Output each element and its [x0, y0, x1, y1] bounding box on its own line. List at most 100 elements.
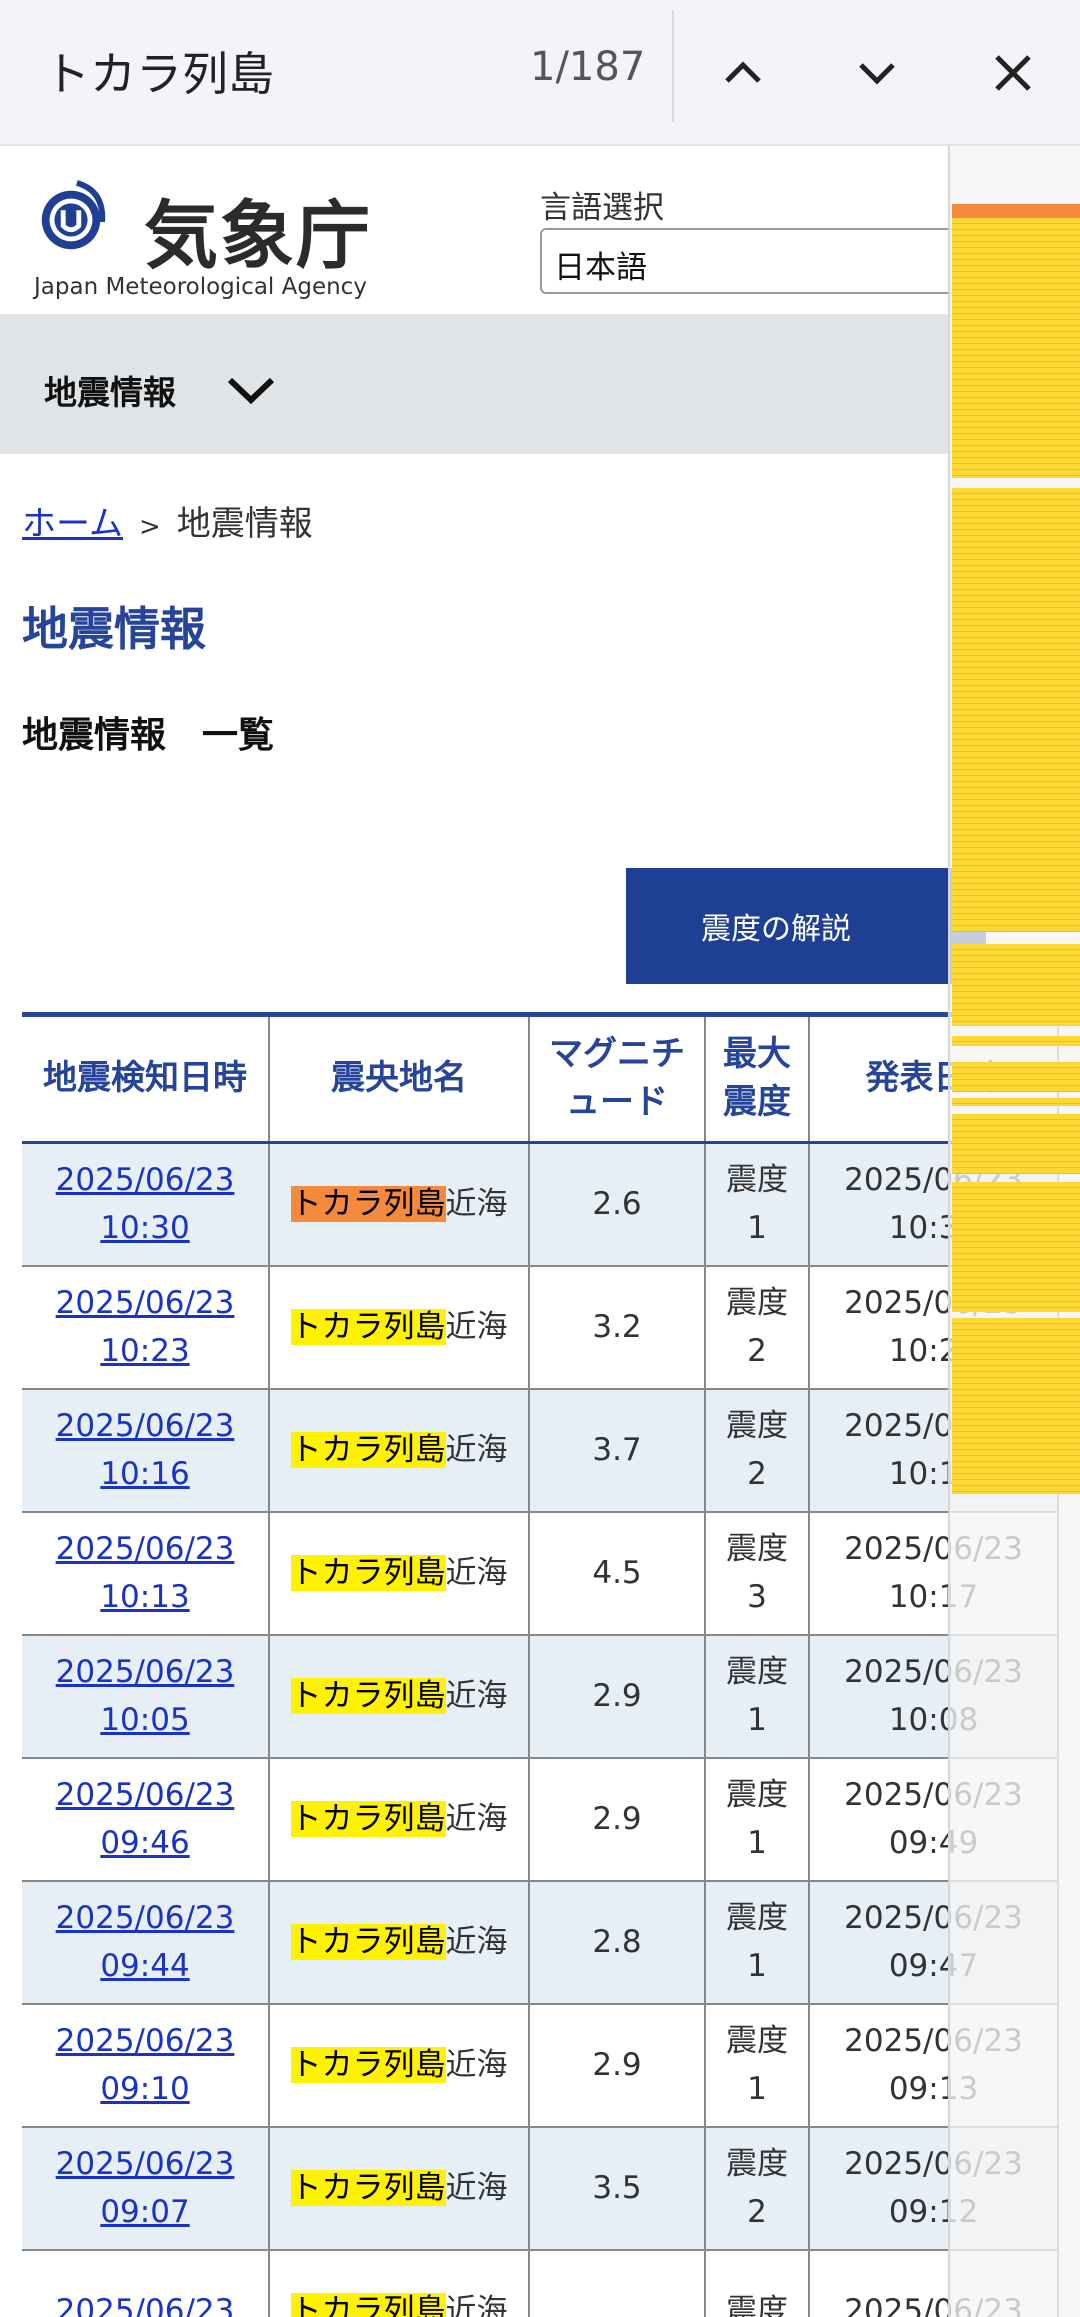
chevron-down-icon[interactable] — [224, 372, 278, 408]
find-marker-scrollbar[interactable] — [948, 146, 1080, 2317]
intensity-label: 震度 — [726, 1530, 788, 1567]
find-divider — [672, 10, 674, 122]
intensity-value: 1 — [747, 2071, 767, 2107]
epicenter-cell: トカラ列島近海 — [268, 2248, 530, 2317]
intensity-label: 震度 — [726, 2022, 788, 2059]
magnitude-cell: 2.9 — [528, 2002, 706, 2128]
magnitude-cell: 2.9 — [528, 1633, 706, 1759]
epicenter-cell: トカラ列島近海 — [268, 1387, 530, 1513]
detect-time-link[interactable]: 2025/06/23 09:44 — [56, 1900, 235, 1984]
detect-time-cell: 2025/06/23 10:23 — [22, 1264, 270, 1390]
detect-time-cell: 2025/06/23 09:07 — [22, 2125, 270, 2251]
detect-time-link[interactable]: 2025/06/23 10:13 — [56, 1531, 235, 1615]
language-label: 言語選択 — [540, 190, 664, 226]
breadcrumb-home-link[interactable]: ホーム — [22, 504, 123, 544]
table-row: 2025/06/23 09:46 トカラ列島近海 2.9 震度 1 2025/06/23 09… — [22, 1756, 1059, 1882]
intensity-value: 1 — [747, 1210, 767, 1247]
magnitude-cell: 3.5 — [528, 2125, 706, 2251]
match-marker — [952, 1062, 1080, 1092]
intensity-cell: 震度 1 — [704, 2002, 810, 2128]
intensity-cell: 震度 2 — [704, 2125, 810, 2251]
intensity-label: 震度 — [726, 1776, 788, 1813]
detect-time-link[interactable]: 2025/06/23 09:46 — [56, 1777, 235, 1861]
table-row: 2025/06/23 トカラ列島近海 震度 2025/06/23 — [22, 2248, 1059, 2317]
find-close-button[interactable] — [968, 28, 1058, 118]
intensity-label: 震度 — [726, 1162, 788, 1199]
epicenter-suffix: 近海 — [445, 1308, 508, 1345]
detect-time-link[interactable]: 2025/06/23 09:07 — [56, 2146, 235, 2230]
search-highlight: トカラ列島 — [290, 1554, 446, 1591]
epicenter-suffix: 近海 — [445, 1677, 508, 1714]
epicenter-cell: トカラ列島近海 — [268, 1141, 530, 1267]
epicenter-suffix: 近海 — [445, 1554, 508, 1591]
epicenter-suffix: 近海 — [445, 2292, 508, 2317]
detect-time-cell: 2025/06/23 10:30 — [22, 1141, 270, 1267]
detect-date: 2025/06/23 — [55, 2022, 235, 2059]
magnitude-cell: 4.5 — [528, 1510, 706, 1636]
header-epicenter: 震央地名 — [268, 1012, 530, 1144]
find-previous-button[interactable] — [698, 28, 788, 118]
detect-date: 2025/06/23 — [55, 1284, 235, 1321]
epicenter-suffix: 近海 — [445, 2169, 508, 2206]
intensity-value: 2 — [747, 1333, 767, 1369]
find-next-button[interactable] — [832, 28, 922, 118]
detect-time-cell: 2025/06/23 — [22, 2248, 270, 2317]
find-query-input[interactable]: トカラ列島 — [44, 38, 274, 104]
language-select[interactable]: 日本語 — [540, 228, 1000, 294]
epicenter-suffix: 近海 — [445, 1800, 508, 1837]
list-title: 地震情報 一覧 — [22, 715, 275, 756]
match-marker — [952, 488, 1080, 932]
breadcrumb-current: 地震情報 — [176, 504, 313, 544]
table-header-row: 地震検知日時 震央地名 マグニチュード 最大震度 発表日時 — [22, 1012, 1059, 1144]
detect-time-link[interactable]: 2025/06/23 — [56, 2293, 235, 2317]
detect-date: 2025/06/23 — [55, 2145, 235, 2182]
logo-subtitle: Japan Meteorological Agency — [34, 274, 367, 300]
intensity-value: 3 — [747, 1579, 767, 1615]
detect-time-link[interactable]: 2025/06/23 10:30 — [56, 1162, 235, 1246]
magnitude-cell: 2.9 — [528, 1756, 706, 1882]
detect-time: 10:16 — [100, 1456, 190, 1492]
intensity-cell: 震度 1 — [704, 1879, 810, 2005]
intensity-guide-button[interactable]: 震度の解説 — [626, 868, 986, 984]
magnitude-cell — [528, 2248, 706, 2317]
match-marker — [952, 1114, 1080, 1174]
table-row: 2025/06/23 10:05 トカラ列島近海 2.9 震度 1 2025/06/23 10… — [22, 1633, 1059, 1759]
magnitude-cell: 2.8 — [528, 1879, 706, 2005]
search-highlight: トカラ列島 — [290, 1431, 446, 1468]
header-detect-time: 地震検知日時 — [22, 1012, 270, 1144]
jma-emblem-icon — [41, 180, 106, 250]
intensity-cell: 震度 — [704, 2248, 810, 2317]
detect-date: 2025/06/23 — [55, 1407, 235, 1444]
detect-time-cell: 2025/06/23 09:10 — [22, 2002, 270, 2128]
epicenter-suffix: 近海 — [445, 1186, 508, 1223]
search-highlight: トカラ列島 — [290, 1923, 446, 1960]
match-marker — [952, 944, 1080, 1026]
intensity-value: 1 — [747, 1702, 767, 1738]
magnitude-cell: 3.2 — [528, 1264, 706, 1390]
detect-time: 10:05 — [100, 1702, 190, 1738]
nav-menu-label[interactable]: 地震情報 — [44, 366, 176, 414]
header-magnitude: マグニチュード — [528, 1012, 706, 1144]
epicenter-suffix: 近海 — [445, 1923, 508, 1960]
detect-time-cell: 2025/06/23 10:05 — [22, 1633, 270, 1759]
detect-time-link[interactable]: 2025/06/23 10:05 — [56, 1654, 235, 1738]
logo-title: 気象庁 — [144, 193, 372, 279]
match-marker — [952, 1318, 1080, 1494]
search-highlight: トカラ列島 — [290, 1800, 446, 1837]
intensity-label: 震度 — [726, 1284, 788, 1321]
intensity-label: 震度 — [726, 1407, 788, 1444]
table-row: 2025/06/23 10:13 トカラ列島近海 4.5 震度 3 2025/06/23 10… — [22, 1510, 1059, 1636]
intensity-cell: 震度 1 — [704, 1756, 810, 1882]
detect-time-cell: 2025/06/23 10:13 — [22, 1510, 270, 1636]
epicenter-suffix: 近海 — [445, 2046, 508, 2083]
detect-time: 10:30 — [100, 1210, 190, 1247]
detect-time-link[interactable]: 2025/06/23 09:10 — [56, 2023, 235, 2107]
jma-logo[interactable]: 気象庁 Japan Meteorological Agency — [32, 162, 372, 300]
search-highlight: トカラ列島 — [290, 1308, 446, 1345]
detect-time-link[interactable]: 2025/06/23 10:23 — [56, 1285, 235, 1369]
intensity-value: 2 — [747, 2194, 767, 2230]
intensity-label: 震度 — [726, 2292, 788, 2317]
detect-time: 09:07 — [100, 2194, 190, 2230]
detect-time-link[interactable]: 2025/06/23 10:16 — [56, 1408, 235, 1492]
epicenter-suffix: 近海 — [445, 1431, 508, 1468]
